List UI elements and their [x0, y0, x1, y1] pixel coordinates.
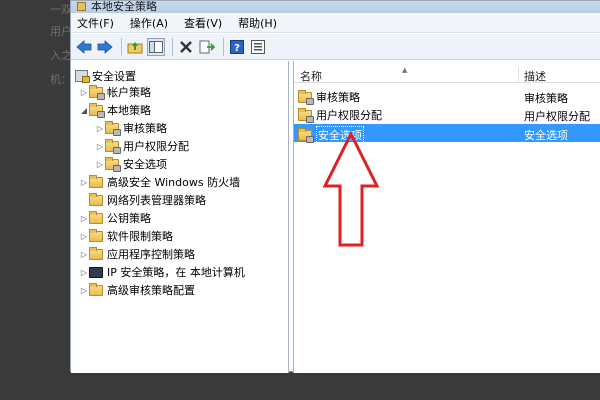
properties-icon[interactable]	[249, 38, 267, 56]
background-line: 入之	[50, 49, 72, 62]
tree-item-local-policies[interactable]: ◢ 本地策略	[79, 101, 151, 119]
up-folder-icon[interactable]	[126, 38, 144, 56]
expand-arrow-icon[interactable]: ▷	[79, 232, 89, 241]
tree-item-label: 用户权限分配	[123, 140, 189, 153]
list-item-name: 用户权限分配	[316, 109, 382, 122]
tree-item-public-key[interactable]: ▷ 公钥策略	[79, 209, 151, 227]
app-icon	[77, 2, 86, 11]
folder-icon	[89, 192, 103, 206]
svg-text:?: ?	[234, 43, 240, 54]
folder-lock-icon	[89, 84, 105, 100]
delete-icon[interactable]	[177, 38, 195, 56]
tree-item-account-policies[interactable]: ▷ 帐户策略	[79, 83, 151, 101]
title-bar[interactable]: 本地安全策略	[71, 1, 600, 13]
background-line: 一双	[50, 3, 72, 16]
tree-item-label: 网络列表管理器策略	[107, 194, 206, 207]
tree-item-network-list-manager[interactable]: 网络列表管理器策略	[79, 191, 206, 209]
tree-item-security-options[interactable]: ▷ 安全选项	[95, 155, 167, 173]
folder-lock-icon	[298, 89, 314, 105]
menu-bar: 文件(F) 操作(A) 查看(V) 帮助(H)	[71, 13, 600, 33]
tree-pane: 安全设置 ▷ 帐户策略 ◢ 本地策略 ▷ 审核策略 ▷ 用户权限分配 ▷ 安全选…	[71, 61, 289, 373]
local-security-policy-window: 本地安全策略 文件(F) 操作(A) 查看(V) 帮助(H) ? 安全设置 ▷ …	[70, 0, 600, 373]
expand-arrow-icon[interactable]: ▷	[79, 88, 89, 97]
tree-item-label: 安全设置	[92, 70, 136, 83]
tree-item-label: 审核策略	[123, 122, 167, 135]
list-item-description: 安全选项	[524, 129, 568, 142]
expand-arrow-icon[interactable]: ▷	[79, 214, 89, 223]
forward-arrow-icon[interactable]	[96, 38, 114, 56]
folder-lock-icon	[105, 138, 121, 154]
security-settings-icon	[75, 70, 90, 83]
show-hide-tree-icon[interactable]	[147, 37, 165, 56]
expand-arrow-icon[interactable]: ▷	[79, 250, 89, 259]
list-item[interactable]: 审核策略 审核策略	[294, 87, 600, 105]
help-icon[interactable]: ?	[228, 38, 246, 56]
expand-arrow-icon[interactable]: ▷	[95, 160, 105, 169]
menu-file[interactable]: 文件(F)	[77, 15, 114, 31]
collapse-arrow-icon[interactable]: ◢	[79, 106, 89, 115]
tree-item-ip-security[interactable]: ▷ IP 安全策略，在 本地计算机	[79, 263, 245, 281]
list-header: 名称 ▲ 描述	[294, 66, 600, 84]
folder-lock-icon	[89, 102, 105, 118]
tree-item-label: 公钥策略	[107, 212, 151, 225]
window-title: 本地安全策略	[91, 1, 157, 13]
toolbar-separator	[121, 37, 122, 56]
menu-help[interactable]: 帮助(H)	[238, 15, 277, 31]
tree-item-label: IP 安全策略，在 本地计算机	[107, 266, 245, 279]
tree-item-label: 本地策略	[107, 104, 151, 117]
background-line: 机：	[50, 73, 72, 86]
tree-item-label: 应用程序控制策略	[107, 248, 195, 261]
column-header-name[interactable]: 名称	[300, 68, 322, 84]
ip-security-icon	[89, 266, 103, 278]
expand-arrow-icon[interactable]: ▷	[79, 268, 89, 277]
tree-item-label: 帐户策略	[107, 86, 151, 99]
folder-lock-icon	[298, 127, 314, 143]
menu-action[interactable]: 操作(A)	[130, 15, 168, 31]
tree-item-label: 高级安全 Windows 防火墙	[107, 176, 241, 189]
tree-item-label: 软件限制策略	[107, 230, 173, 243]
tree-item-app-control[interactable]: ▷ 应用程序控制策略	[79, 245, 195, 263]
folder-icon	[89, 174, 103, 188]
tree-item-advanced-firewall[interactable]: ▷ 高级安全 Windows 防火墙	[79, 173, 240, 191]
expand-arrow-icon[interactable]: ▷	[79, 178, 89, 187]
menu-view[interactable]: 查看(V)	[184, 15, 222, 31]
red-pointer-arrow-icon	[322, 132, 380, 247]
folder-icon	[89, 210, 103, 224]
list-item-name: 审核策略	[316, 91, 360, 104]
column-header-description[interactable]: 描述	[524, 68, 546, 84]
sort-caret-icon: ▲	[402, 66, 408, 74]
expand-arrow-icon[interactable]: ▷	[95, 142, 105, 151]
toolbar-separator	[223, 37, 224, 56]
folder-lock-icon	[298, 107, 314, 123]
back-arrow-icon[interactable]	[75, 38, 93, 56]
list-item-description: 用户权限分配	[524, 110, 590, 123]
expand-arrow-icon[interactable]: ▷	[79, 286, 89, 295]
tree-item-advanced-audit[interactable]: ▷ 高级审核策略配置	[79, 281, 195, 299]
list-item-description: 审核策略	[524, 92, 568, 105]
tree-item-label: 高级审核策略配置	[107, 284, 195, 297]
folder-icon	[89, 246, 103, 260]
column-divider[interactable]	[518, 67, 519, 83]
toolbar-separator	[172, 37, 173, 56]
expand-arrow-icon[interactable]: ▷	[95, 124, 105, 133]
background-line: 用户	[50, 25, 72, 38]
list-item[interactable]: 用户权限分配 用户权限分配	[294, 105, 600, 123]
export-icon[interactable]	[198, 38, 216, 56]
tree-item-label: 安全选项	[123, 158, 167, 171]
folder-icon	[89, 228, 103, 242]
tree-item-software-restriction[interactable]: ▷ 软件限制策略	[79, 227, 173, 245]
tree-item-audit-policy[interactable]: ▷ 审核策略	[95, 119, 167, 137]
folder-lock-icon	[105, 120, 121, 136]
toolbar: ?	[71, 34, 600, 60]
folder-lock-icon	[105, 156, 121, 172]
tree-item-user-rights[interactable]: ▷ 用户权限分配	[95, 137, 189, 155]
folder-icon	[89, 282, 103, 296]
